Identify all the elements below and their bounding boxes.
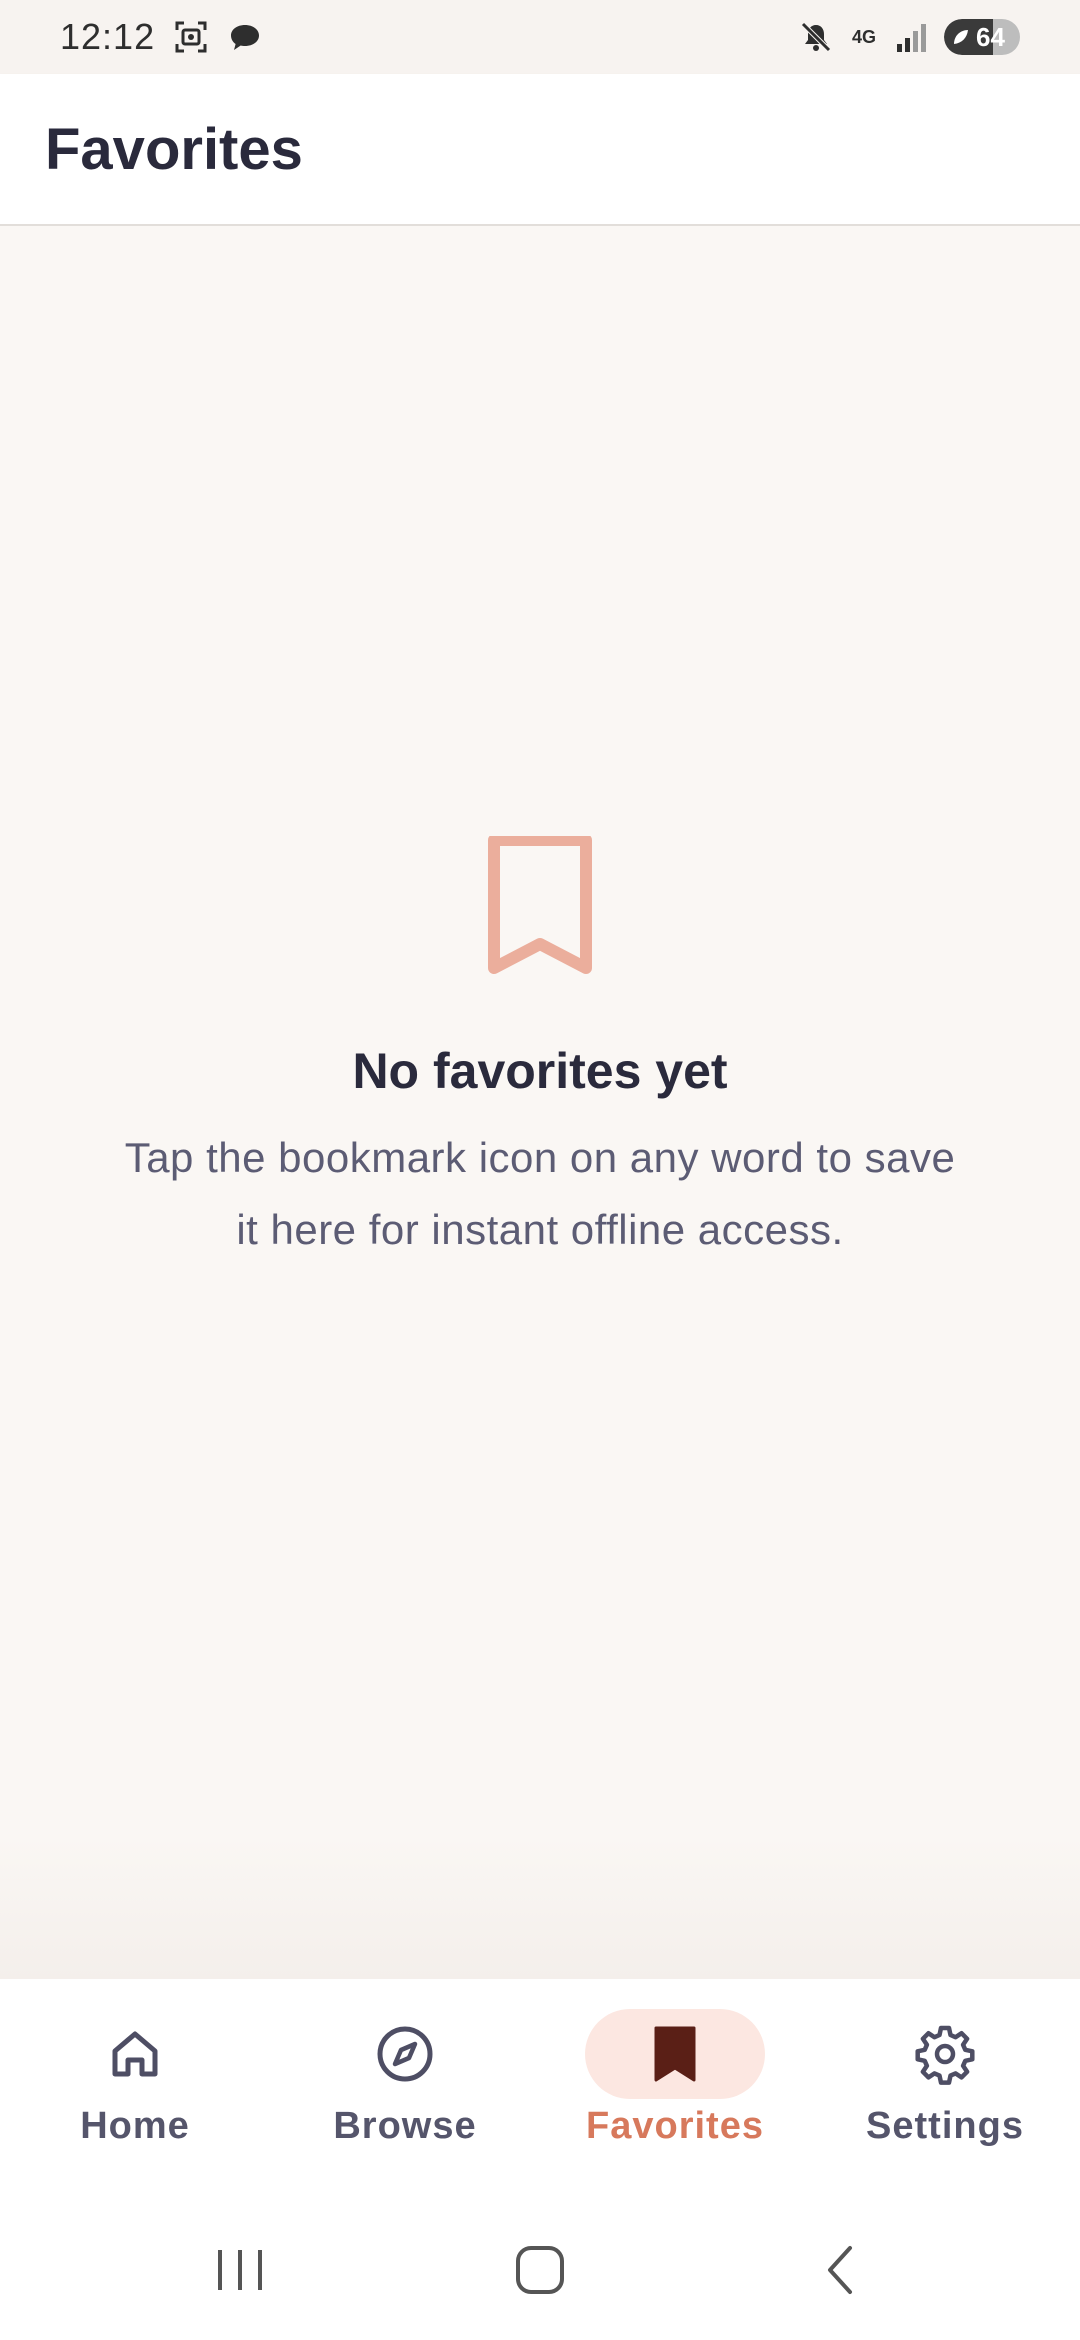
status-bar: 12:12 4G 64	[0, 0, 1080, 74]
back-chevron-icon	[828, 2246, 852, 2294]
nav-label-browse: Browse	[333, 2105, 477, 2147]
empty-state: No favorites yet Tap the bookmark icon o…	[0, 836, 1080, 1266]
bottom-nav: Home Browse Favorites Settings	[0, 1979, 1080, 2200]
nav-label-settings: Settings	[866, 2105, 1024, 2147]
nav-icon-container-active	[585, 2009, 765, 2099]
nav-icon-container	[315, 2009, 495, 2099]
home-icon	[112, 2031, 158, 2077]
system-nav-bar	[0, 2200, 1080, 2340]
chat-bubble-icon	[227, 19, 263, 55]
bookmark-outline-icon	[488, 836, 592, 974]
screen: 12:12 4G 64 Favorites No favorites yet T…	[0, 0, 1080, 2340]
screenshot-icon	[173, 19, 209, 55]
nav-icon-container	[45, 2009, 225, 2099]
recent-apps-icon	[218, 2250, 262, 2290]
network-type: 4G	[851, 27, 876, 47]
gear-icon	[915, 2025, 975, 2085]
status-right: 4G 64	[798, 19, 1020, 55]
bookmark-icon	[654, 2026, 696, 2082]
empty-state-title: No favorites yet	[352, 1043, 728, 1099]
empty-state-message: Tap the bookmark icon on any word to sav…	[124, 1134, 956, 1253]
home-button[interactable]	[480, 2230, 600, 2310]
signal-icon	[894, 19, 930, 55]
battery-level: 64	[976, 21, 1005, 52]
nav-label-home: Home	[80, 2105, 190, 2147]
recent-apps-button[interactable]	[180, 2230, 300, 2310]
back-button[interactable]	[780, 2230, 900, 2310]
status-time: 12:12	[60, 16, 156, 57]
nav-item-browse[interactable]: Browse	[270, 1979, 540, 2200]
nav-icon-container	[855, 2009, 1035, 2099]
nav-item-home[interactable]: Home	[0, 1979, 270, 2200]
mute-icon	[798, 19, 834, 55]
nav-item-favorites[interactable]: Favorites	[540, 1979, 810, 2200]
compass-icon	[377, 2026, 433, 2082]
app-bar: Favorites	[0, 74, 1080, 226]
favorites-content: No favorites yet Tap the bookmark icon o…	[0, 226, 1080, 1979]
status-left: 12:12	[60, 16, 263, 58]
page-title: Favorites	[45, 116, 303, 182]
battery-indicator: 64	[944, 19, 1020, 55]
nav-item-settings[interactable]: Settings	[810, 1979, 1080, 2200]
nav-label-favorites: Favorites	[586, 2105, 764, 2147]
home-square-icon	[516, 2246, 564, 2294]
battery-leaf-icon	[954, 30, 968, 44]
